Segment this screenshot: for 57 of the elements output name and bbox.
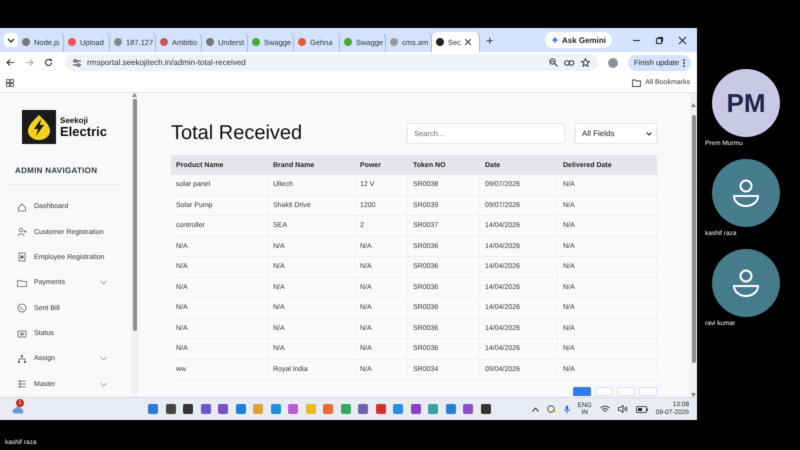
field-select[interactable]: All Fields — [575, 123, 657, 144]
sidebar-scrollbar[interactable] — [131, 93, 138, 397]
nav-icon — [17, 202, 27, 212]
person-silhouette-icon — [731, 178, 761, 208]
scroll-up-icon[interactable] — [691, 103, 696, 107]
page-title: Total Received — [171, 122, 304, 145]
nav-icon — [17, 227, 27, 238]
avatar-circle: PM — [712, 69, 780, 137]
folder-icon[interactable] — [632, 78, 642, 86]
nav-icon — [17, 278, 27, 288]
person-silhouette-icon — [731, 268, 761, 298]
url-text: rmsportal.seekojitech.in/admin-total-received — [87, 58, 247, 67]
forward-arrow-icon[interactable] — [25, 58, 34, 67]
chevron-down-icon[interactable] — [100, 382, 107, 387]
tune-icon[interactable] — [73, 58, 81, 66]
zoom-icon[interactable] — [548, 58, 558, 67]
nav-icon — [17, 354, 27, 364]
lightning-logo-icon — [26, 114, 52, 140]
star-icon[interactable] — [580, 58, 590, 67]
page-scrollbar[interactable] — [690, 93, 697, 397]
back-arrow-icon[interactable] — [6, 58, 15, 67]
nav-heading: ADMIN NAVIGATION — [15, 166, 98, 175]
nav-icon — [17, 328, 27, 339]
favicon — [390, 38, 398, 46]
nav-icon — [17, 303, 27, 314]
caret-up-icon[interactable] — [532, 406, 539, 412]
chevron-down-icon[interactable] — [100, 356, 107, 362]
reload-icon[interactable] — [44, 58, 53, 67]
favicon — [206, 38, 214, 46]
favicon — [68, 38, 76, 46]
speaker-icon[interactable] — [618, 405, 628, 413]
restore-icon[interactable] — [655, 36, 664, 44]
logo-text: Seekoji — [60, 116, 90, 124]
favicon — [160, 38, 168, 46]
logo-text: Electric — [60, 124, 107, 138]
favicon — [298, 38, 306, 46]
wifi-icon[interactable] — [600, 405, 610, 413]
favicon — [252, 38, 260, 46]
close-icon[interactable] — [678, 36, 687, 44]
favicon — [436, 38, 444, 46]
microphone-icon[interactable] — [564, 404, 570, 414]
nav-icon — [17, 252, 27, 262]
favicon — [22, 38, 30, 46]
favicon — [344, 38, 352, 46]
gemini-button[interactable]: Ask Gemini — [544, 32, 612, 48]
profile-avatar[interactable] — [608, 58, 618, 68]
sparkle-icon — [550, 36, 559, 44]
nav-icon — [17, 379, 27, 390]
new-tab-button[interactable]: + — [486, 32, 494, 48]
battery-icon[interactable] — [636, 406, 648, 412]
dropdown-icon[interactable] — [4, 33, 18, 47]
address-bar[interactable]: rmsportal.seekojitech.in/admin-total-received — [65, 54, 598, 71]
close-icon[interactable] — [464, 39, 471, 45]
chevron-down-icon[interactable] — [100, 280, 107, 286]
apps-grid-icon[interactable] — [6, 78, 14, 86]
chevron-down-icon — [646, 132, 652, 136]
favicon — [114, 38, 122, 46]
